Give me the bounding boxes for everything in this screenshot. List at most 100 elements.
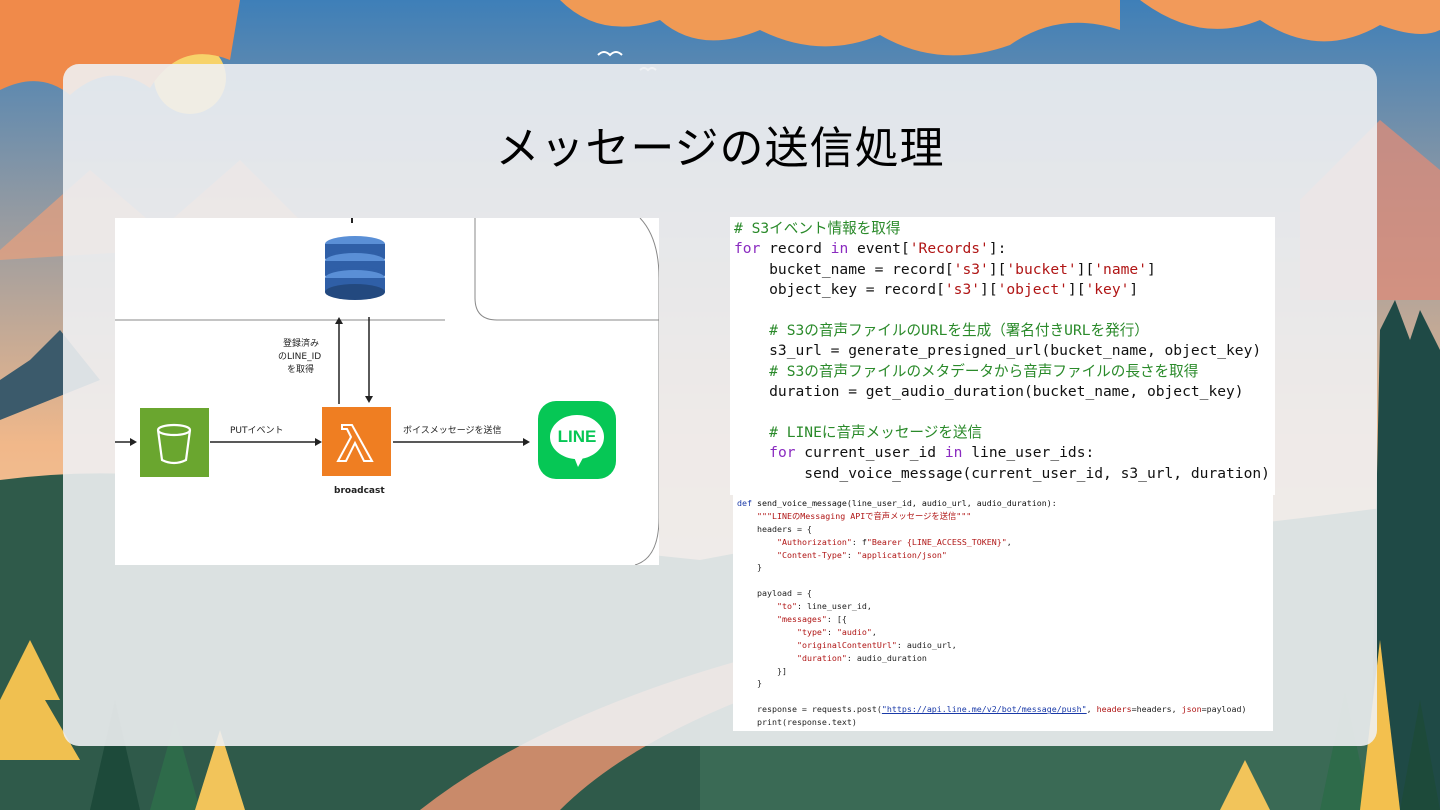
- code-line: response = requests.post("https://api.li…: [737, 703, 1273, 716]
- code-token: event[: [848, 240, 910, 258]
- label-of-line-id: のLINE_ID: [278, 352, 322, 362]
- code-line: def send_voice_message(line_user_id, aud…: [737, 497, 1273, 510]
- code-token: "audio": [836, 626, 872, 637]
- code-token: ,: [1086, 704, 1097, 715]
- code-token: "originalContentUrl": [796, 639, 897, 650]
- code-token: ]: [1146, 260, 1156, 278]
- code-token: send_voice_message(current_user_id, s3_u…: [734, 464, 1270, 482]
- code-token: :: [826, 626, 837, 637]
- code-token: line_user_ids:: [962, 444, 1095, 462]
- architecture-diagram: LINE 登録済み のLINE_ID を取得 PUTイベント ボイスメッセージを…: [115, 218, 659, 565]
- code-token: "duration": [796, 652, 847, 663]
- code-token: # S3の音声ファイルのメタデータから音声ファイルの長さを取得: [769, 362, 1199, 380]
- line-logo-text: LINE: [557, 427, 597, 446]
- code-token: 'Records': [909, 240, 989, 258]
- label-get: を取得: [287, 365, 315, 375]
- code-token: "type": [796, 626, 827, 637]
- code-main-panel: # S3イベント情報を取得 for record in event['Record…: [730, 217, 1275, 495]
- label-voice-send: ボイスメッセージを送信: [403, 426, 502, 436]
- code-token: ,: [871, 626, 877, 637]
- code-line: send_voice_message(current_user_id, s3_u…: [734, 464, 1275, 484]
- code-line: # S3の音声ファイルのURLを生成（署名付きURLを発行）: [734, 321, 1275, 341]
- code-token: }: [737, 678, 762, 689]
- code-token: headers = {: [737, 523, 812, 534]
- code-token: json: [1181, 704, 1202, 715]
- code-token: print(response.text): [737, 717, 857, 728]
- code-line: "Content-Type": "application/json": [737, 549, 1273, 562]
- code-token: response = requests.post(: [737, 704, 882, 715]
- code-token: # S3の音声ファイルのURLを生成（署名付きURLを発行）: [769, 321, 1149, 339]
- code-token: send_voice_message(line_user_id, audio_u…: [752, 498, 1057, 508]
- code-line: "to": line_user_id,: [737, 600, 1273, 613]
- code-line: # LINEに音声メッセージを送信: [734, 423, 1275, 443]
- code-token: "application/json": [856, 549, 947, 560]
- code-token: in: [944, 444, 963, 462]
- code-line: "originalContentUrl": audio_url,: [737, 639, 1273, 652]
- code-line: object_key = record['s3']['object']['key…: [734, 280, 1275, 300]
- code-line: "messages": [{: [737, 613, 1273, 626]
- code-token: ][: [1076, 260, 1095, 278]
- code-token: object_key = record[: [734, 281, 945, 299]
- code-token: 's3': [953, 260, 989, 278]
- code-line: # S3の音声ファイルのメタデータから音声ファイルの長さを取得: [734, 362, 1275, 382]
- code-token: 'key': [1085, 281, 1130, 299]
- code-line: """LINEのMessaging APIで音声メッセージを送信""": [737, 510, 1273, 523]
- code-line: }: [737, 677, 1273, 690]
- code-token: 'name': [1094, 260, 1147, 278]
- code-token: }: [737, 562, 762, 573]
- code-token: "to": [776, 601, 797, 612]
- code-token: : audio_duration: [846, 652, 927, 663]
- code-token: "Authorization": [776, 536, 852, 547]
- code-token: 's3': [944, 281, 981, 299]
- diagram-lines: [115, 218, 659, 565]
- code-token: payload = {: [737, 588, 812, 599]
- code-line: for current_user_id in line_user_ids:: [734, 443, 1275, 463]
- code-token: ,: [1006, 536, 1012, 547]
- code-token: =payload): [1201, 704, 1247, 715]
- slide-title: メッセージの送信処理: [495, 123, 945, 174]
- code-token: : f: [851, 536, 867, 547]
- code-token: 'bucket': [1006, 260, 1077, 278]
- code-token: "https://api.line.me/v2/bot/message/push…: [881, 704, 1087, 715]
- s3-bucket-icon: [140, 408, 209, 477]
- code-token: : [{: [826, 614, 847, 625]
- code-line: s3_url = generate_presigned_url(bucket_n…: [734, 341, 1275, 361]
- code-token: ][: [1067, 281, 1086, 299]
- code-line: bucket_name = record['s3']['bucket']['na…: [734, 260, 1275, 280]
- code-line: duration = get_audio_duration(bucket_nam…: [734, 382, 1275, 402]
- code-line: }: [737, 561, 1273, 574]
- code-token: "Bearer {LINE_ACCESS_TOKEN}": [866, 536, 1007, 547]
- code-line: }]: [737, 665, 1273, 678]
- code-token: "Content-Type": [776, 549, 847, 560]
- label-registered: 登録済み: [283, 339, 320, 349]
- code-token: headers: [1096, 704, 1132, 715]
- code-token: """LINEのMessaging APIで音声メッセージを送信""": [756, 510, 972, 521]
- code-token: in: [830, 240, 849, 258]
- code-token: # S3イベント情報を取得: [734, 220, 901, 237]
- label-broadcast: broadcast: [334, 486, 385, 496]
- code-line: "duration": audio_duration: [737, 652, 1273, 665]
- code-token: duration = get_audio_duration(bucket_nam…: [734, 383, 1244, 401]
- code-token: ]:: [988, 240, 1007, 258]
- code-token: current_user_id: [795, 444, 945, 462]
- code-token: ][: [988, 260, 1007, 278]
- code-token: ]: [1129, 281, 1139, 299]
- code-token: record: [760, 240, 831, 258]
- dynamodb-icon: [325, 236, 385, 300]
- code-token: s3_url = generate_presigned_url(bucket_n…: [734, 342, 1262, 360]
- code-token: ][: [980, 281, 998, 299]
- code-token: for: [734, 240, 761, 258]
